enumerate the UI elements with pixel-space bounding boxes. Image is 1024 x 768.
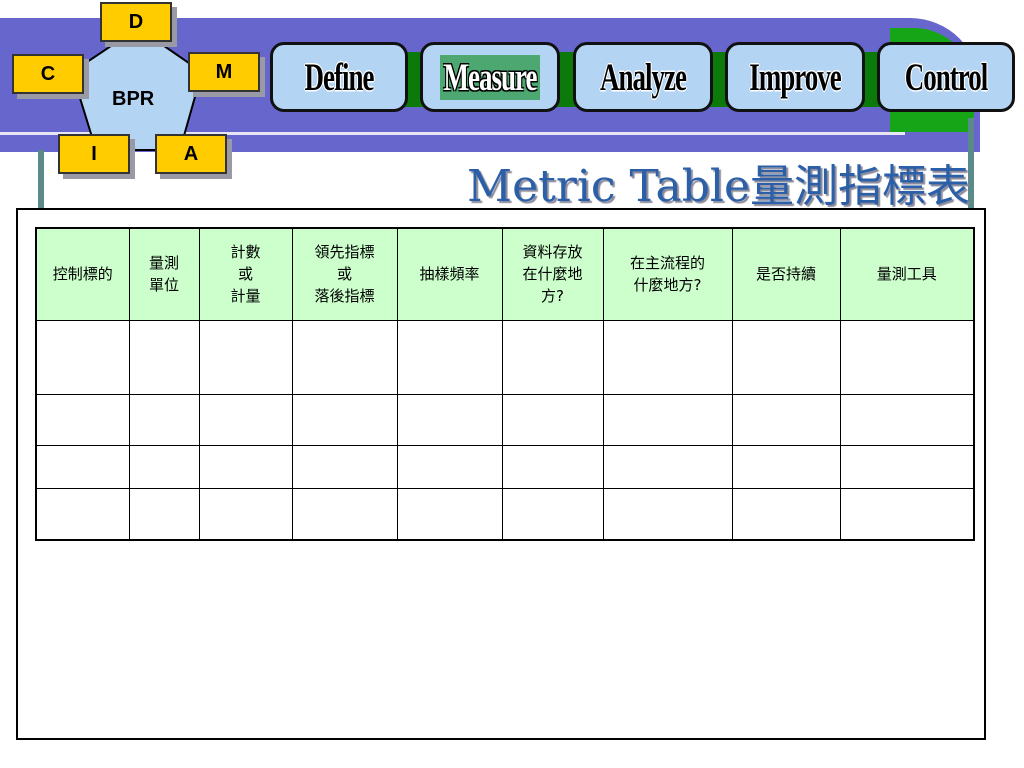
table-cell[interactable] [128,445,200,490]
header-leading-or-lagging: 領先指標 或 落後指標 [291,227,398,321]
header-count-or-measure: 計數 或 計量 [198,227,293,321]
table-cell[interactable] [35,488,130,541]
table-row [35,488,975,541]
bpr-node-define[interactable]: D [100,2,172,42]
phase-control-label: Control [904,54,989,99]
table-cell[interactable] [602,393,733,447]
table-cell[interactable] [602,488,733,541]
header-control-target: 控制標的 [35,227,130,321]
table-cell[interactable] [501,488,604,541]
table-row [35,445,975,490]
header-measure-unit: 量測 單位 [128,227,200,321]
phase-improve-button[interactable]: Improve [725,42,865,112]
phase-measure-button[interactable]: Measure [420,42,560,112]
bpr-node-analyze[interactable]: A [155,134,227,174]
table-header-row: 控制標的 量測 單位 計數 或 計量 領先指標 或 落後指標 抽樣頻率 資料存放… [35,227,975,321]
bpr-node-control[interactable]: C [12,54,84,94]
header-sampling-frequency: 抽樣頻率 [396,227,503,321]
header-process-location: 在主流程的 什麼地方? [602,227,733,321]
table-cell[interactable] [396,393,503,447]
header-continuous: 是否持續 [731,227,841,321]
phase-measure-label: Measure [439,54,541,100]
phase-analyze-label: Analyze [600,54,687,99]
table-cell[interactable] [839,393,975,447]
phase-improve-label: Improve [749,54,841,99]
phase-control-button[interactable]: Control [877,42,1015,112]
table-cell[interactable] [731,319,841,395]
table-cell[interactable] [731,445,841,490]
table-cell[interactable] [128,393,200,447]
table-cell[interactable] [35,319,130,395]
page-title: Metric Table量測指標表 [467,161,970,212]
table-cell[interactable] [198,488,293,541]
table-cell[interactable] [731,488,841,541]
table-cell[interactable] [602,445,733,490]
table-cell[interactable] [731,393,841,447]
table-cell[interactable] [501,319,604,395]
table-cell[interactable] [396,319,503,395]
table-cell[interactable] [128,319,200,395]
table-cell[interactable] [291,319,398,395]
table-cell[interactable] [291,488,398,541]
phase-define-label: Define [304,54,375,99]
table-cell[interactable] [128,488,200,541]
table-cell[interactable] [839,319,975,395]
table-cell[interactable] [839,488,975,541]
header-data-storage-location: 資料存放 在什麼地 方? [501,227,604,321]
phase-analyze-button[interactable]: Analyze [573,42,713,112]
table-cell[interactable] [839,445,975,490]
frame-left-post [38,150,44,214]
bpr-node-improve[interactable]: I [58,134,130,174]
table-cell[interactable] [198,445,293,490]
bpr-center-label: BPR [112,88,155,110]
table-cell[interactable] [602,319,733,395]
header-measurement-tool: 量測工具 [839,227,975,321]
phase-define-button[interactable]: Define [270,42,408,112]
table-row [35,393,975,447]
metric-table: 控制標的 量測 單位 計數 或 計量 領先指標 或 落後指標 抽樣頻率 資料存放… [35,227,975,541]
table-row [35,319,975,395]
bpr-node-measure[interactable]: M [188,52,260,92]
table-cell[interactable] [291,393,398,447]
table-cell[interactable] [501,445,604,490]
table-cell[interactable] [198,393,293,447]
table-cell[interactable] [198,319,293,395]
content-frame: 控制標的 量測 單位 計數 或 計量 領先指標 或 落後指標 抽樣頻率 資料存放… [16,208,986,740]
table-cell[interactable] [396,488,503,541]
table-cell[interactable] [35,393,130,447]
table-cell[interactable] [291,445,398,490]
table-cell[interactable] [501,393,604,447]
table-cell[interactable] [396,445,503,490]
table-cell[interactable] [35,445,130,490]
